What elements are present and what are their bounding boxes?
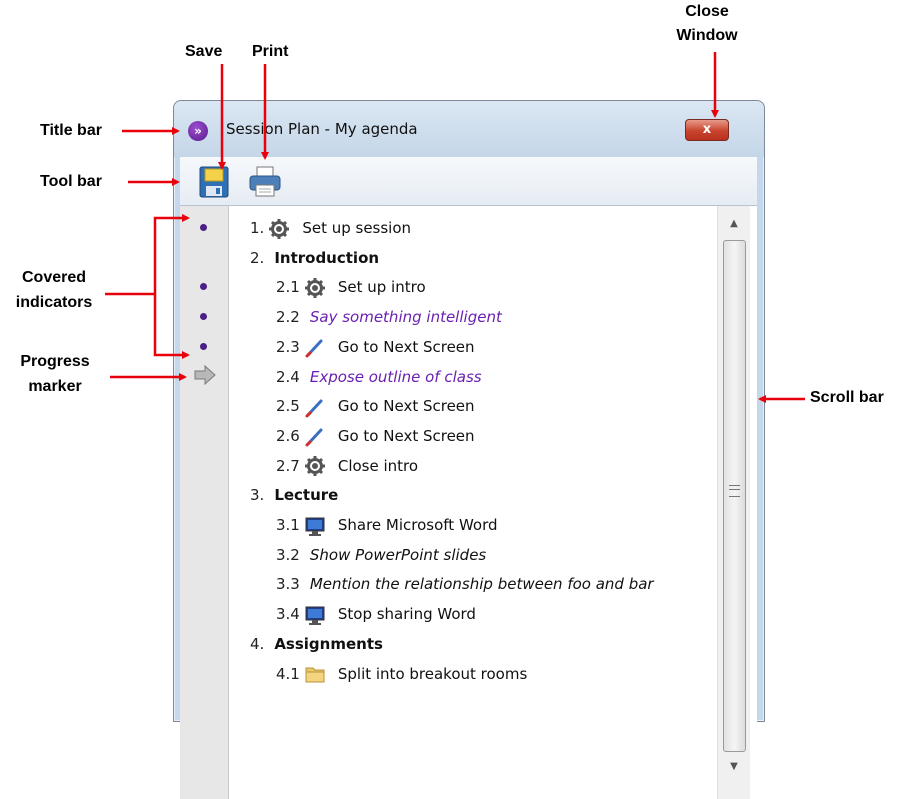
agenda-item-text: Assignments bbox=[274, 634, 383, 653]
scroll-up-arrow[interactable]: ▲ bbox=[718, 212, 750, 236]
agenda-item-number: 3.2 bbox=[276, 545, 300, 564]
close-window-callout-label: Close Window bbox=[672, 2, 742, 46]
agenda-item-text: Close intro bbox=[337, 456, 419, 475]
covered-indicator-dot bbox=[200, 224, 207, 231]
save-button[interactable] bbox=[196, 165, 232, 199]
progress-marker-icon bbox=[194, 365, 216, 385]
agenda-item-number: 4.1 bbox=[276, 664, 300, 683]
agenda-item-number: 3.3 bbox=[276, 575, 300, 594]
tool-bar-callout-label: Tool bar bbox=[40, 173, 102, 190]
agenda-pane: 1. Set up session 2. Introduction 2.1 Set up … bbox=[180, 206, 757, 799]
agenda-item-number: 3. bbox=[250, 486, 265, 505]
covered-callout-line1: Covered bbox=[21, 269, 87, 286]
gear-icon bbox=[304, 455, 326, 477]
agenda-item[interactable]: 4.1 Split into breakout rooms bbox=[276, 659, 527, 689]
covered-callout-line2: indicators bbox=[15, 294, 93, 311]
agenda-item-number: 3.4 bbox=[276, 605, 300, 624]
agenda-item-text: Show PowerPoint slides bbox=[309, 545, 487, 564]
save-callout-label: Save bbox=[185, 43, 223, 60]
agenda-item-number: 2.3 bbox=[276, 337, 300, 356]
agenda-item-text: Split into breakout rooms bbox=[337, 664, 528, 683]
floppy-disk-icon bbox=[199, 166, 229, 198]
agenda-item-number: 1. bbox=[250, 219, 265, 237]
agenda-item[interactable]: 2.2 Say something intelligent bbox=[276, 302, 502, 332]
agenda-item-text: Expose outline of class bbox=[309, 367, 482, 386]
agenda-item[interactable]: 3.3 Mention the relationship between foo … bbox=[276, 569, 654, 599]
agenda-item[interactable]: 2. Introduction bbox=[250, 243, 379, 273]
monitor-icon bbox=[304, 515, 326, 537]
print-callout-label: Print bbox=[252, 43, 289, 60]
window-title: Session Plan - My agenda bbox=[226, 120, 418, 138]
pen-icon bbox=[304, 425, 326, 447]
print-button[interactable] bbox=[247, 165, 283, 199]
agenda-item[interactable]: 2.1 Set up intro bbox=[276, 272, 426, 302]
agenda-item[interactable]: 3. Lecture bbox=[250, 480, 338, 510]
covered-indicator-dot bbox=[200, 342, 207, 350]
agenda-item-number: 2. bbox=[250, 248, 265, 267]
agenda-item-text: Share Microsoft Word bbox=[337, 516, 498, 534]
scroll-grip-icon bbox=[729, 485, 740, 497]
agenda-item[interactable]: 2.7 Close intro bbox=[276, 451, 418, 481]
close-window-callout-line1: Close bbox=[685, 3, 729, 20]
folder-icon bbox=[304, 663, 326, 685]
covered-indicators-callout-label: Covered indicators bbox=[4, 268, 104, 313]
agenda-item-text: Stop sharing Word bbox=[337, 605, 476, 624]
agenda-item-number: 2.4 bbox=[276, 367, 300, 386]
progress-marker-callout-label: Progress marker bbox=[10, 352, 100, 397]
app-icon: » bbox=[188, 121, 208, 141]
scroll-bar[interactable]: ▲ ▼ bbox=[717, 206, 750, 799]
agenda-item[interactable]: 1. Set up session bbox=[250, 213, 411, 243]
pen-icon bbox=[304, 336, 326, 358]
title-bar[interactable]: » Session Plan - My agenda x bbox=[174, 101, 764, 157]
agenda-item-text: Set up session bbox=[302, 219, 412, 237]
agenda-item-number: 2.1 bbox=[276, 278, 300, 297]
tool-bar bbox=[180, 157, 757, 206]
agenda-item-text: Go to Next Screen bbox=[337, 397, 475, 416]
monitor-icon bbox=[304, 604, 326, 626]
scroll-bar-callout-label: Scroll bar bbox=[810, 389, 884, 406]
agenda-item-text: Say something intelligent bbox=[309, 308, 502, 327]
gear-icon bbox=[268, 218, 290, 240]
close-window-callout-line2: Window bbox=[676, 27, 738, 44]
agenda-item-number: 2.2 bbox=[276, 308, 300, 327]
scroll-thumb[interactable] bbox=[723, 240, 746, 752]
progress-callout-line1: Progress bbox=[20, 353, 90, 370]
printer-icon bbox=[249, 166, 281, 197]
agenda-item[interactable]: 2.5 Go to Next Screen bbox=[276, 391, 475, 421]
agenda-item-number: 4. bbox=[250, 634, 265, 653]
gear-icon bbox=[304, 277, 326, 299]
agenda-item[interactable]: 3.2 Show PowerPoint slides bbox=[276, 540, 486, 570]
agenda-item-text: Go to Next Screen bbox=[337, 337, 475, 356]
agenda-item-text: Introduction bbox=[274, 248, 380, 267]
session-plan-window: » Session Plan - My agenda x 1. Set up s… bbox=[173, 100, 765, 799]
agenda-item-text: Lecture bbox=[274, 486, 339, 505]
agenda-item-number: 2.7 bbox=[276, 456, 300, 475]
progress-callout-line2: marker bbox=[28, 378, 82, 395]
agenda-item-text: Mention the relationship between foo and… bbox=[309, 575, 654, 594]
agenda-item-text: Go to Next Screen bbox=[337, 426, 475, 445]
agenda-item[interactable]: 2.4 Expose outline of class bbox=[276, 362, 482, 392]
pen-icon bbox=[304, 396, 326, 418]
agenda-item[interactable]: 3.1 Share Microsoft Word bbox=[276, 510, 498, 540]
title-bar-callout-label: Title bar bbox=[40, 122, 102, 139]
covered-indicator-dot bbox=[200, 313, 207, 321]
agenda-item[interactable]: 4. Assignments bbox=[250, 629, 383, 659]
agenda-item-number: 2.5 bbox=[276, 397, 300, 416]
close-window-button[interactable]: x bbox=[685, 119, 729, 141]
indicator-gutter bbox=[180, 206, 229, 799]
agenda-item[interactable]: 2.6 Go to Next Screen bbox=[276, 421, 475, 451]
agenda-item-number: 2.6 bbox=[276, 426, 300, 445]
agenda-item[interactable]: 2.3 Go to Next Screen bbox=[276, 332, 475, 362]
scroll-down-arrow[interactable]: ▼ bbox=[718, 755, 750, 779]
agenda-item[interactable]: 3.4 Stop sharing Word bbox=[276, 599, 476, 629]
agenda-item-number: 3.1 bbox=[276, 516, 300, 534]
covered-indicator-dot bbox=[200, 283, 207, 291]
agenda-item-text: Set up intro bbox=[337, 278, 426, 297]
